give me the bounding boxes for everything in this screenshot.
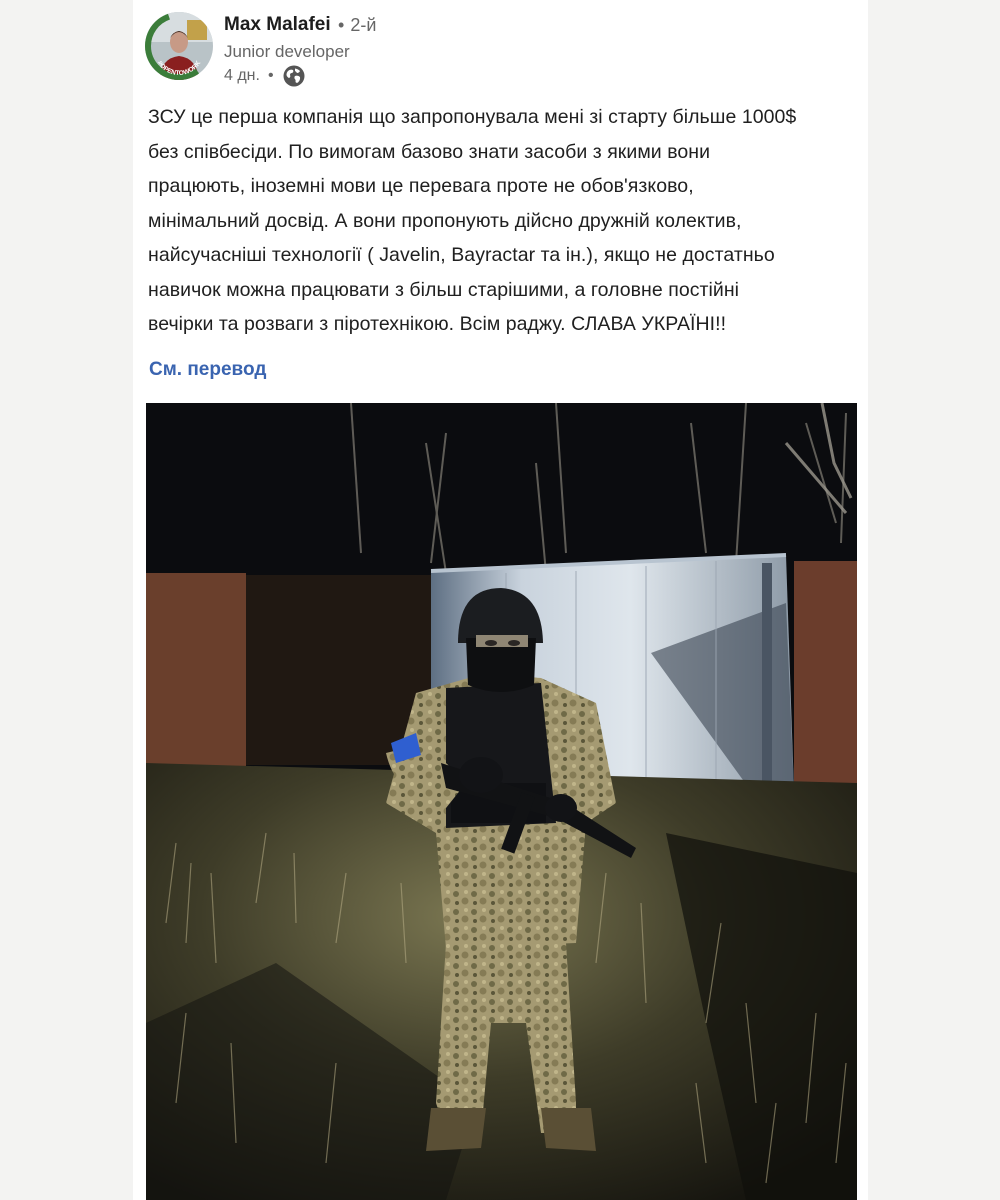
globe-icon [282,64,306,88]
separator-dot: • [267,67,274,84]
connection-degree: • 2-й [338,15,376,36]
author-avatar[interactable]: #OPENTOWORK [145,12,213,80]
connection-degree-label: 2-й [350,15,377,35]
author-name[interactable]: Max Malafei [224,14,331,36]
post-time: 4 дн. [224,67,260,84]
post-photo[interactable] [146,403,857,1200]
avatar-image: #OPENTOWORK [145,12,213,80]
post-meta: 4 дн. • [224,64,306,88]
post-photo-image [146,403,857,1200]
author-headline: Junior developer [224,42,350,61]
post-body-text: ЗСУ це перша компанія що запропонувала м… [148,106,797,335]
feed-post-card: #OPENTOWORK Max Malafei • 2-й Junior deve… [133,0,868,1200]
see-translation-link[interactable]: См. перевод [149,359,266,381]
separator-dot: • [338,15,345,35]
